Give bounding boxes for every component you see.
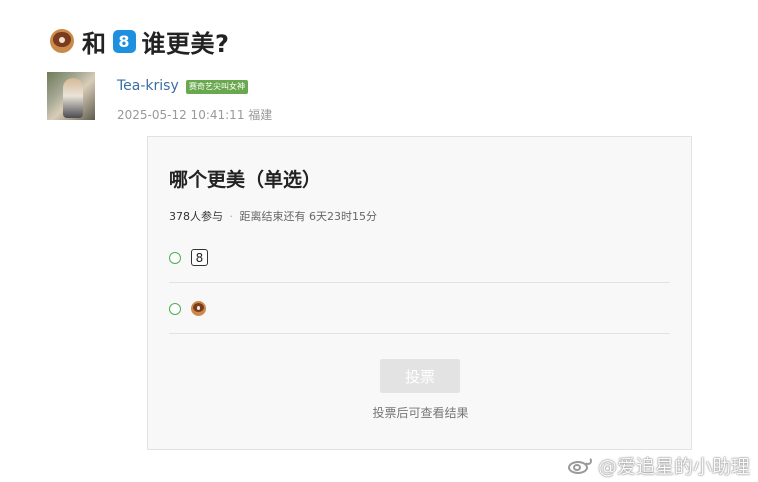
vote-button[interactable]: 投票 <box>380 359 460 393</box>
donut-emoji-icon <box>191 301 206 316</box>
poll-deadline: 距离结束还有 6天23时15分 <box>239 210 378 223</box>
avatar-photo <box>63 78 83 118</box>
poll-card: 哪个更美（单选） 378人参与 · 距离结束还有 6天23时15分 8 投票 投… <box>147 136 692 450</box>
avatar[interactable] <box>47 72 95 120</box>
vote-hint: 投票后可查看结果 <box>372 406 469 420</box>
poll-participants: 378人参与 <box>169 210 223 223</box>
author-name-link[interactable]: Tea-krisy <box>117 78 179 94</box>
post-title: 和 8 谁更美? <box>50 24 229 58</box>
weibo-logo-icon <box>566 456 594 476</box>
watermark-text: @爱追星的小助理 <box>597 456 750 478</box>
radio-button[interactable] <box>169 251 181 264</box>
poll-separator: · <box>229 210 234 223</box>
donut-emoji-icon <box>50 29 74 53</box>
radio-button[interactable] <box>169 302 181 315</box>
watermark: @爱追星的小助理 <box>566 452 750 479</box>
author-badge: 赛奇艺尖叫女神 <box>186 80 248 94</box>
post-timestamp-location: 2025-05-12 10:41:11 福建 <box>117 108 273 122</box>
post-title-middle: 和 <box>82 29 107 58</box>
poll-title: 哪个更美（单选） <box>169 169 322 191</box>
poll-option-2[interactable] <box>169 284 670 334</box>
keycap-8-icon: 8 <box>112 29 136 53</box>
keycap-8-icon: 8 <box>191 249 208 266</box>
post-title-end: 谁更美? <box>141 29 230 58</box>
poll-option-1[interactable]: 8 <box>169 233 670 283</box>
poll-stats: 378人参与 · 距离结束还有 6天23时15分 <box>169 208 377 224</box>
